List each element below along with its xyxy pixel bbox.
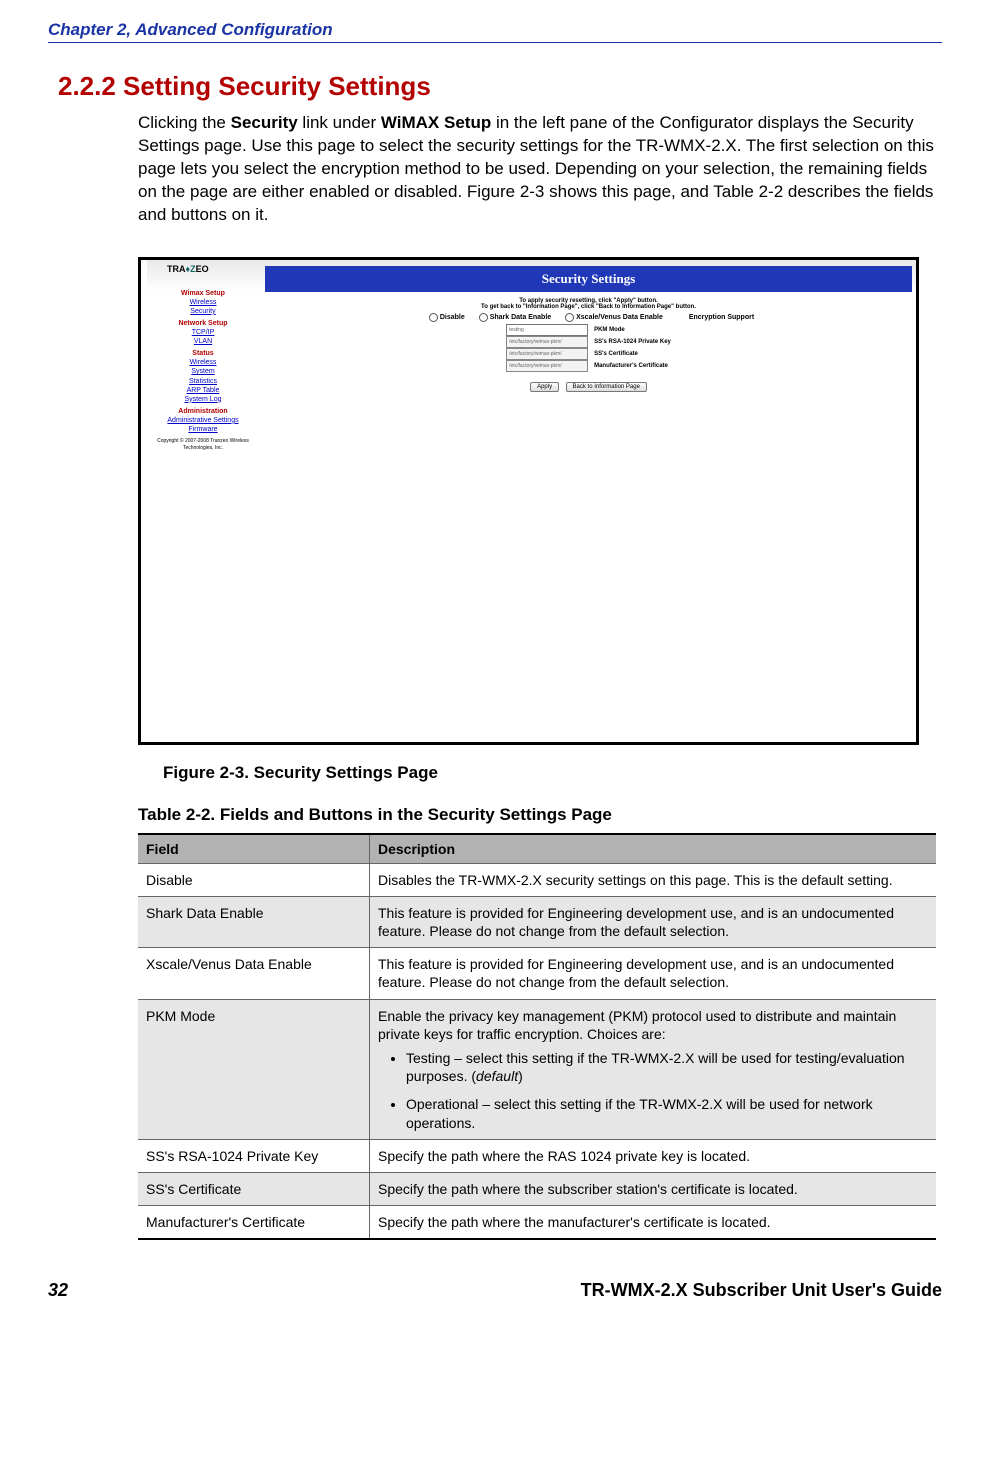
table-row: SS's Certificate Specify the path where … (138, 1172, 936, 1205)
sidebar-link-system[interactable]: System (143, 367, 263, 376)
desc-text: Enable the privacy key management (PKM) … (378, 1008, 896, 1042)
cell-field: SS's RSA-1024 Private Key (138, 1139, 370, 1172)
screenshot-sidebar: Wimax Setup Wireless Security Network Se… (143, 286, 263, 451)
sidebar-cat-status: Status (143, 349, 263, 358)
screenshot-title: Security Settings (265, 266, 912, 292)
radio-label: Xscale/Venus Data Enable (576, 314, 663, 321)
figure-caption: Figure 2-3. Security Settings Page (163, 763, 942, 783)
radio-shark[interactable]: Shark Data Enable (479, 313, 551, 322)
cell-desc: Specify the path where the subscriber st… (370, 1172, 937, 1205)
wimax-setup-ref: WiMAX Setup (381, 113, 491, 132)
body-text: Clicking the (138, 113, 231, 132)
table-row: Disable Disables the TR-WMX-2.X security… (138, 863, 936, 896)
sidebar-link-wireless[interactable]: Wireless (143, 298, 263, 307)
cell-desc: This feature is provided for Engineering… (370, 948, 937, 999)
mfg-cert-input[interactable]: /etc/factory/wimax-pkm/ (506, 360, 588, 372)
cell-desc: Specify the path where the manufacturer'… (370, 1206, 937, 1240)
sidebar-link-tcpip[interactable]: TCP/IP (143, 328, 263, 337)
page-footer: 32 TR-WMX-2.X Subscriber Unit User's Gui… (48, 1280, 942, 1301)
cell-field: Disable (138, 863, 370, 896)
cell-desc: Specify the path where the RAS 1024 priv… (370, 1139, 937, 1172)
field-label-pkm: PKM Mode (594, 324, 671, 336)
sidebar-cat-wimax: Wimax Setup (143, 289, 263, 298)
screenshot-radio-row: Disable Shark Data Enable Xscale/Venus D… (265, 313, 912, 322)
field-label-sscert: SS's Certificate (594, 348, 671, 360)
sidebar-link-syslog[interactable]: System Log (143, 395, 263, 404)
screenshot-figure: TRA♦ZEO Wimax Setup Wireless Security Ne… (138, 257, 919, 745)
sidebar-link-arp[interactable]: ARP Table (143, 386, 263, 395)
header-divider (48, 42, 942, 43)
radio-xscale[interactable]: Xscale/Venus Data Enable (565, 313, 663, 322)
cell-field: Xscale/Venus Data Enable (138, 948, 370, 999)
field-label-rsa: SS's RSA-1024 Private Key (594, 336, 671, 348)
sidebar-cat-admin: Administration (143, 407, 263, 416)
tranzeo-logo: TRA♦ZEO (167, 264, 209, 274)
table-row: Manufacturer's Certificate Specify the p… (138, 1206, 936, 1240)
radio-icon (479, 313, 488, 322)
sidebar-cat-network: Network Setup (143, 319, 263, 328)
sidebar-copyright: Copyright © 2007-2008 Tranzeo Wireless T… (143, 438, 263, 451)
chapter-header: Chapter 2, Advanced Configuration (48, 20, 942, 42)
rsa-key-input[interactable]: /etc/factory/wimax-pkm/ (506, 336, 588, 348)
list-item: Testing – select this setting if the TR-… (406, 1049, 928, 1085)
table-row: Xscale/Venus Data Enable This feature is… (138, 948, 936, 999)
body-text: link under (298, 113, 381, 132)
list-item: Operational – select this setting if the… (406, 1095, 928, 1131)
cell-field: SS's Certificate (138, 1172, 370, 1205)
security-link-ref: Security (231, 113, 298, 132)
sidebar-link-firmware[interactable]: Firmware (143, 425, 263, 434)
sidebar-link-vlan[interactable]: VLAN (143, 337, 263, 346)
logo-text: EO (196, 264, 209, 274)
screenshot-main: Security Settings To apply security rese… (265, 266, 912, 393)
radio-label: Disable (440, 314, 465, 321)
cell-field: Shark Data Enable (138, 896, 370, 947)
body-paragraph: Clicking the Security link under WiMAX S… (138, 112, 942, 227)
cell-field: Manufacturer's Certificate (138, 1206, 370, 1240)
guide-title: TR-WMX-2.X Subscriber Unit User's Guide (581, 1280, 942, 1301)
sidebar-link-adminset[interactable]: Administrative Settings (143, 416, 263, 425)
logo-text: TRA (167, 264, 186, 274)
radio-disable[interactable]: Disable (429, 313, 465, 322)
ss-cert-input[interactable]: /etc/factory/wimax-pkm/ (506, 348, 588, 360)
radio-icon (565, 313, 574, 322)
back-button[interactable]: Back to Information Page (566, 382, 647, 392)
table-row: SS's RSA-1024 Private Key Specify the pa… (138, 1139, 936, 1172)
cell-desc: Disables the TR-WMX-2.X security setting… (370, 863, 937, 896)
encryption-support-label: Encryption Support (689, 314, 754, 321)
field-label-mfgcert: Manufacturer's Certificate (594, 360, 671, 372)
sidebar-link-statistics[interactable]: Statistics (143, 377, 263, 386)
table-row: PKM Mode Enable the privacy key manageme… (138, 999, 936, 1139)
section-heading: 2.2.2 Setting Security Settings (58, 71, 942, 102)
sidebar-link-security[interactable]: Security (143, 307, 263, 316)
bullet-text: ) (518, 1068, 523, 1084)
radio-icon (429, 313, 438, 322)
table-caption: Table 2-2. Fields and Buttons in the Sec… (138, 805, 942, 825)
cell-desc: This feature is provided for Engineering… (370, 896, 937, 947)
apply-button[interactable]: Apply (530, 382, 559, 392)
logo-text: ♦Z (186, 264, 196, 274)
sidebar-link-wireless2[interactable]: Wireless (143, 358, 263, 367)
pkm-mode-select[interactable]: testing (506, 324, 588, 336)
col-header-field: Field (138, 834, 370, 864)
page-number: 32 (48, 1280, 68, 1301)
fields-table: Field Description Disable Disables the T… (138, 833, 936, 1241)
default-italic: default (476, 1068, 518, 1084)
cell-field: PKM Mode (138, 999, 370, 1139)
table-row: Shark Data Enable This feature is provid… (138, 896, 936, 947)
radio-label: Shark Data Enable (490, 314, 551, 321)
cell-desc: Enable the privacy key management (PKM) … (370, 999, 937, 1139)
col-header-desc: Description (370, 834, 937, 864)
screenshot-hint2: To get back to "Information Page", click… (265, 304, 912, 310)
